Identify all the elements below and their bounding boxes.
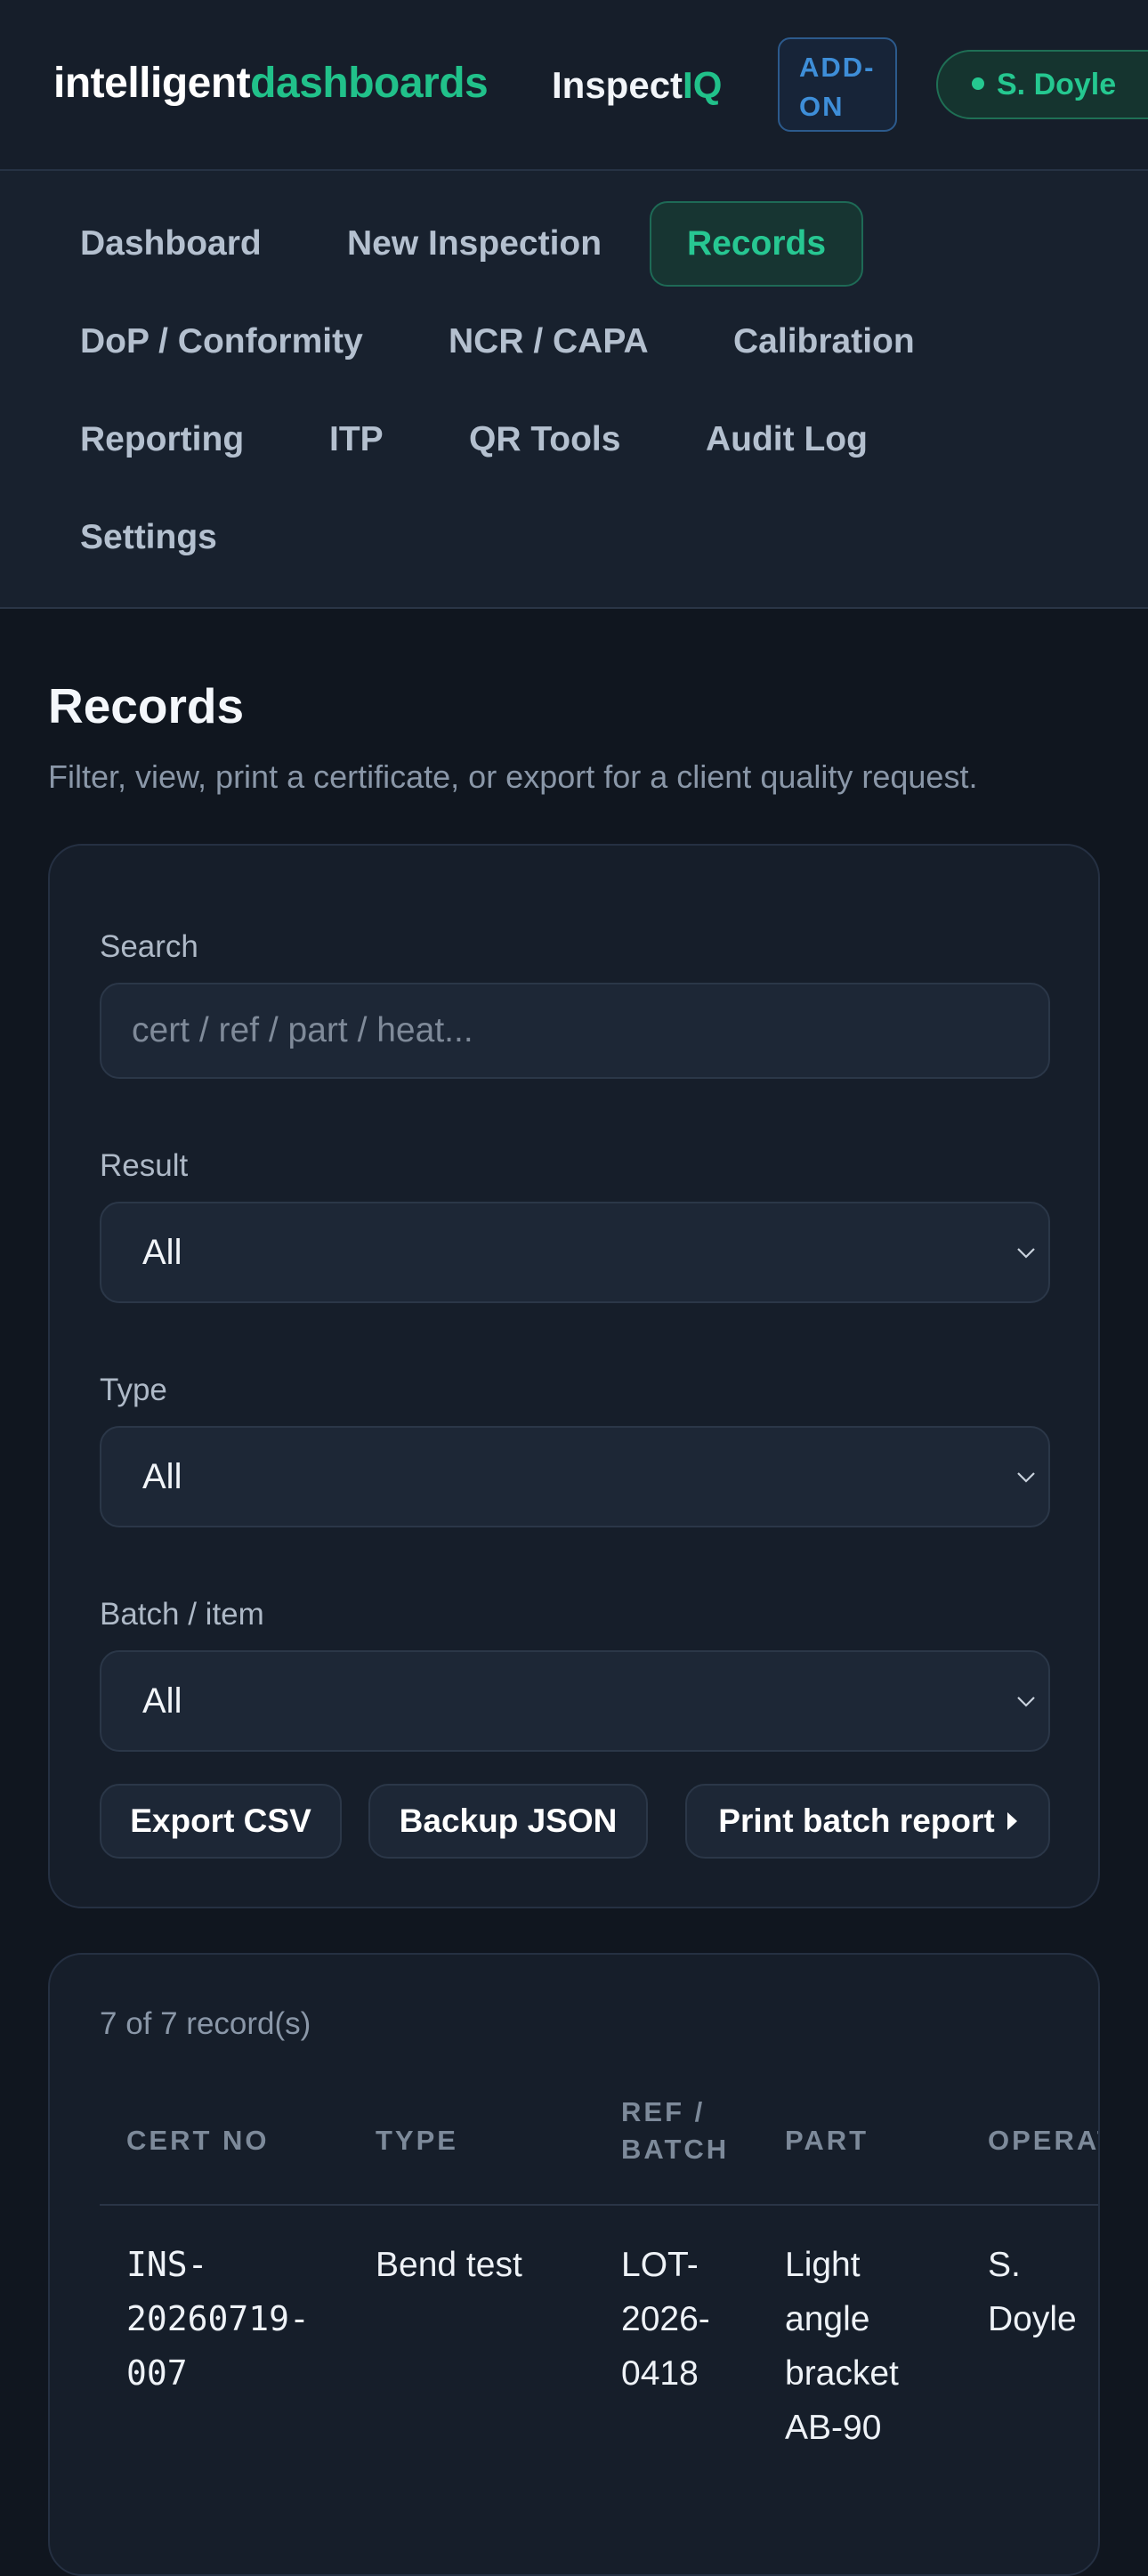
brand-logo-part2: dashboards [250, 60, 489, 107]
addon-badge-line1: ADD- [799, 52, 876, 83]
column-header-cert-no[interactable]: CERT NO [126, 2122, 270, 2159]
nav-item-new-inspection[interactable]: New Inspection [347, 201, 602, 287]
type-filter-label: Type [100, 1373, 167, 1407]
addon-badge: ADD- ON [778, 37, 897, 132]
cell-ref-batch-line: LOT- [621, 2246, 699, 2284]
product-name: InspectIQ [552, 62, 722, 109]
print-batch-report-button[interactable]: Print batch report [685, 1784, 1050, 1859]
records-table-card: 7 of 7 record(s) CERT NO TYPE REF / BATC… [48, 1953, 1100, 2576]
cell-part-line: Light [785, 2246, 861, 2284]
addon-badge-line2: ON [799, 91, 845, 122]
batch-filter-label: Batch / item [100, 1597, 264, 1632]
result-filter-label: Result [100, 1148, 189, 1183]
cell-ref-batch-line: 2026- [621, 2300, 710, 2338]
result-filter-value: All [142, 1233, 182, 1272]
cell-part-line: angle [785, 2300, 870, 2338]
search-input[interactable]: cert / ref / part / heat... [100, 983, 1050, 1079]
nav-item-qr-tools[interactable]: QR Tools [469, 397, 620, 482]
online-status-dot-icon [972, 77, 984, 91]
filters-panel: Search cert / ref / part / heat... Resul… [48, 844, 1100, 1908]
column-header-ref-batch-line2: BATCH [621, 2134, 730, 2165]
cell-operator: S. Doyle [988, 2246, 1077, 2338]
app-header: intelligentdashboards InspectIQ ADD- ON … [0, 0, 1148, 171]
result-filter-select[interactable]: All [100, 1202, 1050, 1303]
product-name-part1: Inspect [552, 64, 683, 106]
backup-json-button[interactable]: Backup JSON [368, 1784, 648, 1859]
user-status-pill[interactable]: S. Doyle [936, 50, 1148, 119]
nav-item-itp[interactable]: ITP [329, 397, 384, 482]
cell-part-line: AB-90 [785, 2409, 882, 2447]
brand-logo-part1: intelligent [53, 60, 251, 107]
nav-item-dop-conformity[interactable]: DoP / Conformity [80, 299, 363, 385]
export-csv-button[interactable]: Export CSV [100, 1784, 342, 1859]
cell-ref-batch: LOT- 2026- 0418 [621, 2238, 710, 2401]
nav-item-calibration[interactable]: Calibration [733, 299, 915, 385]
caret-right-icon [1007, 1812, 1017, 1831]
table-header-divider [100, 2204, 1098, 2206]
chevron-down-icon [1017, 1248, 1035, 1259]
column-header-operator[interactable]: OPERATOR [988, 2122, 1098, 2159]
column-header-ref-batch[interactable]: REF / BATCH [621, 2094, 729, 2168]
page-subtitle: Filter, view, print a certificate, or ex… [48, 758, 978, 795]
type-filter-select[interactable]: All [100, 1426, 1050, 1527]
batch-filter-select[interactable]: All [100, 1650, 1050, 1752]
nav-item-ncr-capa[interactable]: NCR / CAPA [449, 299, 649, 385]
cell-part-line: bracket [785, 2354, 899, 2393]
cell-type: Bend test [376, 2246, 522, 2284]
record-count: 7 of 7 record(s) [100, 2006, 311, 2041]
nav-item-dashboard[interactable]: Dashboard [80, 201, 262, 287]
type-filter-value: All [142, 1457, 182, 1496]
nav-item-reporting[interactable]: Reporting [80, 397, 244, 482]
column-header-part[interactable]: PART [785, 2122, 869, 2159]
search-label: Search [100, 929, 198, 964]
product-name-part2: IQ [683, 64, 723, 106]
nav-item-records[interactable]: Records [650, 201, 864, 287]
cell-part: Light angle bracket AB-90 [785, 2238, 899, 2455]
search-input-placeholder: cert / ref / part / heat... [132, 1011, 473, 1049]
chevron-down-icon [1017, 1697, 1035, 1707]
batch-filter-value: All [142, 1681, 182, 1721]
print-batch-report-label: Print batch report [718, 1802, 995, 1839]
nav-item-audit-log[interactable]: Audit Log [706, 397, 868, 482]
cell-cert-no[interactable]: INS- 20260719- 007 [126, 2238, 310, 2401]
cell-cert-no-line: INS- [126, 2245, 208, 2284]
cell-ref-batch-line: 0418 [621, 2354, 699, 2393]
page-title: Records [48, 678, 245, 733]
nav-item-settings[interactable]: Settings [80, 495, 217, 580]
brand-logo[interactable]: intelligentdashboards [53, 59, 489, 109]
column-header-type[interactable]: TYPE [376, 2122, 458, 2159]
user-name: S. Doyle [997, 68, 1117, 101]
chevron-down-icon [1017, 1472, 1035, 1483]
main-nav: Dashboard New Inspection Records DoP / C… [0, 171, 1148, 609]
cell-cert-no-line: 007 [126, 2353, 188, 2393]
column-header-ref-batch-line1: REF / [621, 2096, 706, 2127]
cell-cert-no-line: 20260719- [126, 2299, 310, 2338]
